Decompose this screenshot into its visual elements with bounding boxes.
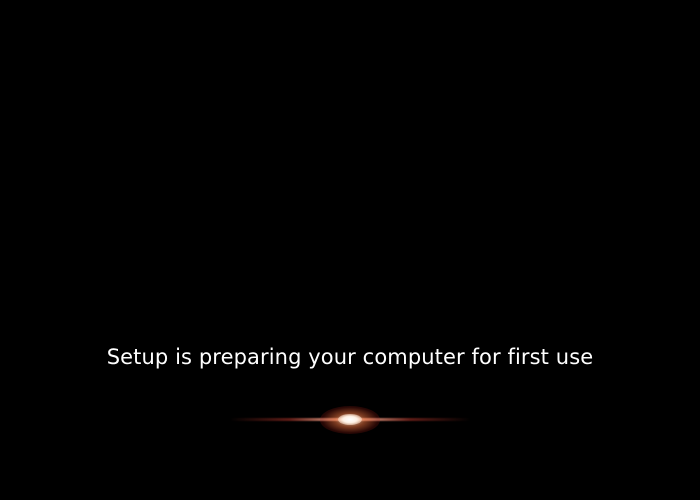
glow-core [338,414,362,425]
setup-screen: Setup is preparing your computer for fir… [0,0,700,500]
setup-status-message: Setup is preparing your computer for fir… [106,345,594,369]
light-streak-icon [230,400,470,440]
